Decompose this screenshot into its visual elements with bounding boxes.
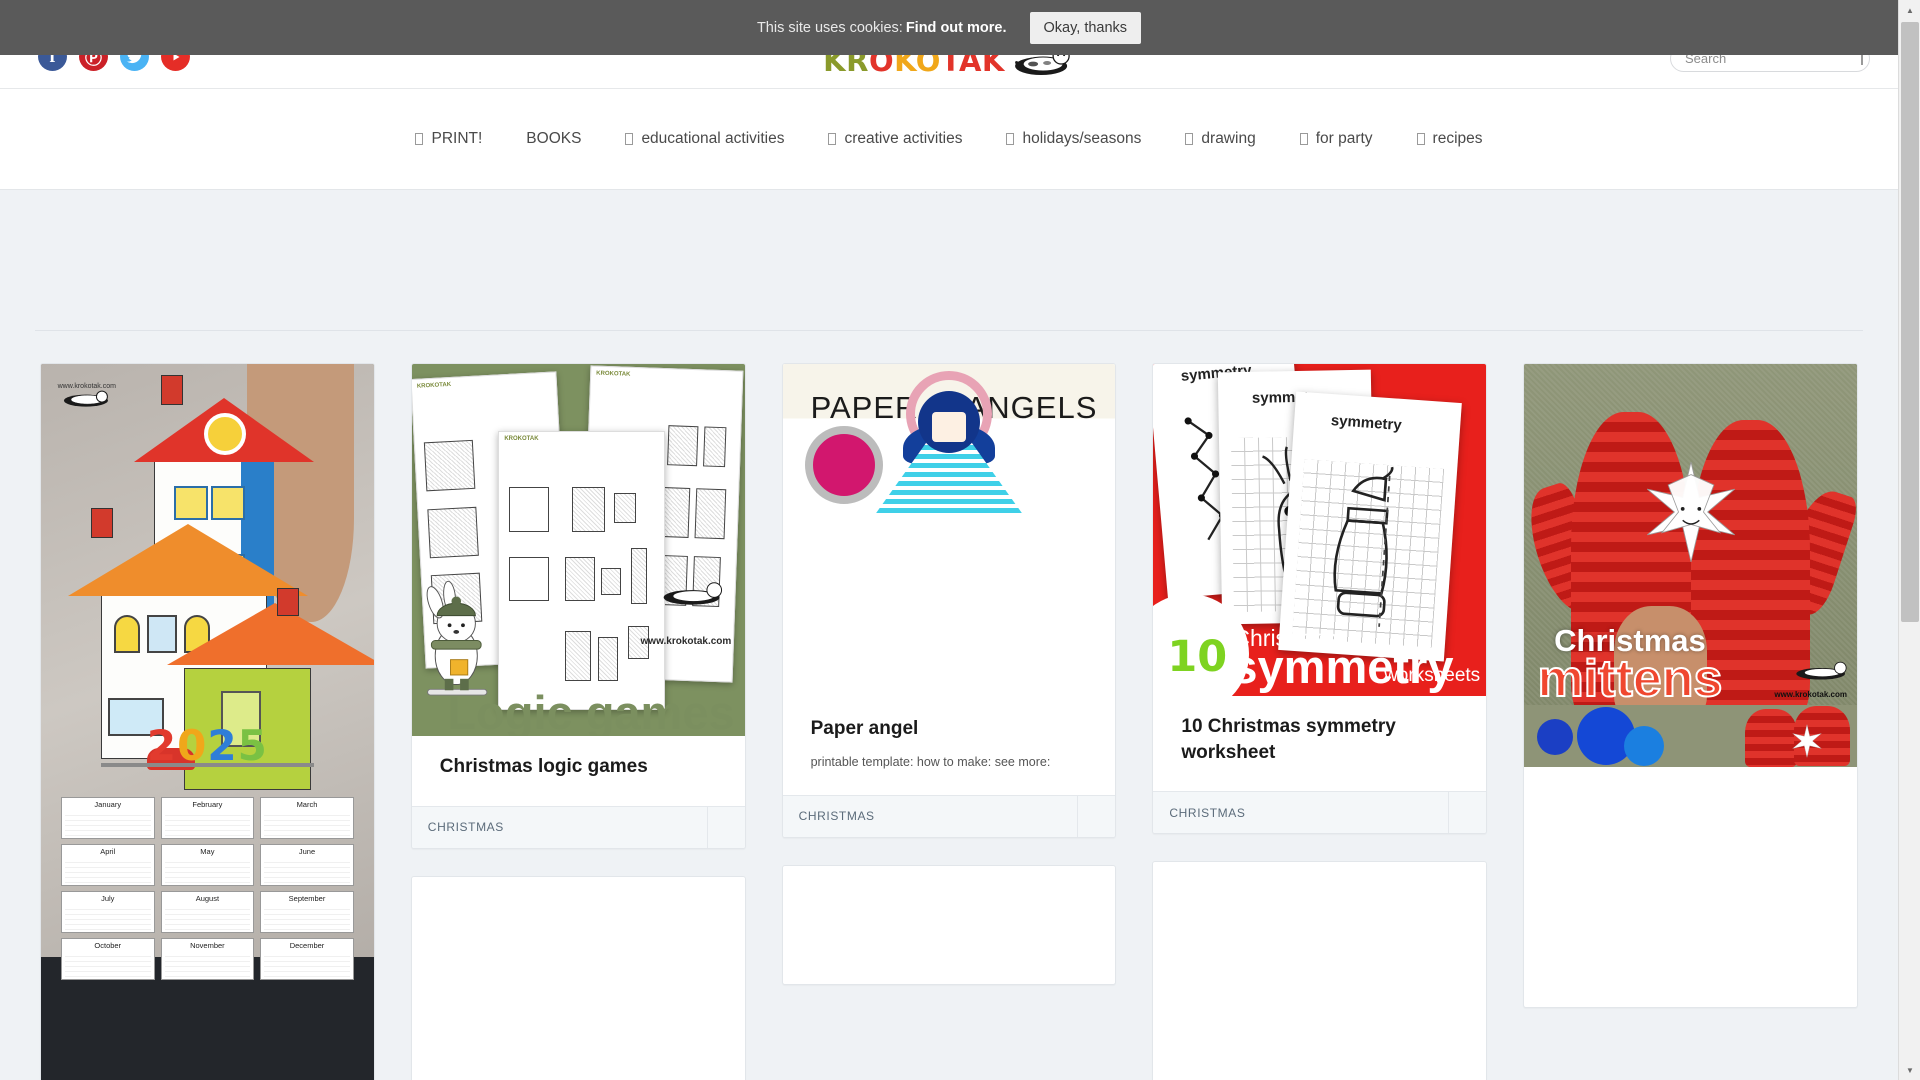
page-root: f Ⓟ KROKOTAK Search This site uses cooki… bbox=[0, 0, 1920, 1080]
mittens-bottom-strip bbox=[1524, 705, 1857, 767]
vertical-scrollbar[interactable]: ▲ ▼ bbox=[1898, 0, 1920, 1080]
calendar-year: 2025 bbox=[146, 721, 268, 771]
scroll-down-arrow[interactable]: ▼ bbox=[1899, 1060, 1920, 1080]
cookie-consent-bar: This site uses cookies: Find out more. O… bbox=[0, 0, 1898, 55]
print-icon bbox=[415, 133, 424, 145]
nav-item-holidays-seasons[interactable]: holidays/seasons bbox=[984, 130, 1163, 148]
house-calendar-artwork: www.krokotak.com 2025 January February M… bbox=[41, 364, 374, 1080]
card-body: 10 Christmas symmetry worksheet bbox=[1153, 696, 1486, 791]
card-body bbox=[1524, 767, 1857, 1007]
logic-games-artwork: KROKOTAK KROKOTAK KROKOTAK www.krokotak.… bbox=[411, 364, 745, 736]
artwork-heading: Logic games bbox=[447, 686, 735, 736]
nav-list: PRINT! BOOKS educational activities crea… bbox=[393, 130, 1504, 148]
card-category[interactable]: CHRISTMAS bbox=[783, 796, 1078, 837]
artwork-line2: mittens bbox=[1536, 649, 1723, 709]
nav-label: creative activities bbox=[844, 130, 963, 147]
card-image: www.krokotak.com 2025 January February M… bbox=[41, 364, 374, 1080]
angel-face bbox=[931, 412, 966, 442]
grid-column-5: Christmas mittens www.krokotak.com bbox=[1523, 363, 1858, 1080]
card-placeholder-col3[interactable] bbox=[781, 864, 1117, 985]
creative-icon bbox=[828, 133, 837, 145]
nav-label: educational activities bbox=[641, 130, 785, 147]
card-footer-side[interactable] bbox=[706, 806, 745, 848]
nav-label: drawing bbox=[1201, 130, 1256, 147]
content-area: www.krokotak.com 2025 January February M… bbox=[0, 190, 1898, 1080]
paper-angel-artwork: PAPER ANGELS bbox=[782, 364, 1116, 516]
cookie-accept-button[interactable]: Okay, thanks bbox=[1029, 11, 1142, 44]
nav-item-creative-activities[interactable]: creative activities bbox=[806, 130, 984, 148]
artwork-watermark: www.krokotak.com bbox=[1774, 690, 1847, 699]
artwork-text-left: PAPER bbox=[810, 390, 919, 425]
mittens-artwork: Christmas mittens www.krokotak.com bbox=[1524, 364, 1857, 767]
educational-icon bbox=[625, 133, 634, 145]
drawing-icon bbox=[1185, 133, 1194, 145]
card-image: KROKOTAK KROKOTAK KROKOTAK www.krokotak.… bbox=[411, 364, 745, 736]
card-footer: CHRISTMAS bbox=[782, 794, 1116, 837]
sheet-label: symmetry bbox=[1329, 412, 1402, 435]
card-image: Christmas mittens www.krokotak.com bbox=[1524, 364, 1857, 767]
nav-label: holidays/seasons bbox=[1022, 130, 1142, 147]
cookie-message: This site uses cookies: bbox=[756, 19, 903, 36]
scroll-up-arrow[interactable]: ▲ bbox=[1899, 0, 1920, 20]
card-grid: www.krokotak.com 2025 January February M… bbox=[0, 331, 1898, 1080]
card-christmas-mittens[interactable]: Christmas mittens www.krokotak.com bbox=[1523, 363, 1858, 1008]
snowflake-decoration bbox=[1646, 461, 1735, 563]
nav-item-drawing[interactable]: drawing bbox=[1163, 130, 1277, 148]
grid-column-3: PAPER ANGELS Paper angel printable templ… bbox=[781, 363, 1117, 1080]
scrollbar-thumb[interactable] bbox=[1901, 22, 1919, 622]
grid-column-2: KROKOTAK KROKOTAK KROKOTAK www.krokotak.… bbox=[410, 363, 746, 1080]
holidays-icon bbox=[1006, 133, 1015, 145]
card-title: 10 Christmas symmetry worksheet bbox=[1181, 716, 1396, 763]
ad-placeholder bbox=[0, 190, 1898, 330]
card-logic-games[interactable]: KROKOTAK KROKOTAK KROKOTAK www.krokotak.… bbox=[410, 363, 746, 849]
card-category[interactable]: CHRISTMAS bbox=[1153, 792, 1448, 833]
calendar-months: January February March April May June Ju… bbox=[60, 797, 354, 981]
nav-label: for party bbox=[1315, 130, 1373, 147]
grid-column-4: symmetry symmetry symmetry 10 Christmas … bbox=[1152, 363, 1488, 1080]
card-footer: CHRISTMAS bbox=[1153, 791, 1487, 834]
cookie-find-out-more-link[interactable]: Find out more. bbox=[906, 20, 1007, 36]
krokotak-cat-watermark bbox=[664, 582, 723, 605]
card-image: PAPER ANGELS bbox=[782, 364, 1116, 516]
card-footer-side[interactable] bbox=[1077, 795, 1115, 837]
nav-item-print[interactable]: PRINT! bbox=[393, 130, 504, 148]
card-subtitle: printable template: how to make: see mor… bbox=[810, 754, 1051, 769]
symmetry-artwork: symmetry symmetry symmetry 10 Christmas … bbox=[1153, 364, 1487, 696]
krokotak-cat-watermark bbox=[1796, 661, 1847, 680]
grid-column-1: www.krokotak.com 2025 January February M… bbox=[40, 363, 375, 1080]
card-footer-side[interactable] bbox=[1448, 792, 1486, 834]
card-placeholder-col4[interactable] bbox=[1152, 861, 1488, 1080]
artwork-line3: worksheets bbox=[1384, 665, 1481, 686]
nav-label: BOOKS bbox=[526, 130, 582, 147]
artwork-number: 10 bbox=[1167, 632, 1228, 682]
card-symmetry-worksheets[interactable]: symmetry symmetry symmetry 10 Christmas … bbox=[1152, 363, 1488, 835]
artwork-watermark: www.krokotak.com bbox=[640, 635, 732, 647]
card-paper-angel[interactable]: PAPER ANGELS Paper angel printable templ… bbox=[781, 363, 1117, 838]
card-body: Christmas logic games bbox=[412, 736, 745, 806]
nav-label: PRINT! bbox=[431, 130, 483, 147]
main-navigation: PRINT! BOOKS educational activities crea… bbox=[0, 89, 1898, 190]
card-title: Paper angel bbox=[810, 718, 919, 739]
card-house-calendar[interactable]: www.krokotak.com 2025 January February M… bbox=[40, 363, 375, 1080]
ornament-decoration bbox=[804, 426, 883, 504]
card-title: Christmas logic games bbox=[439, 756, 648, 777]
card-placeholder-col2[interactable] bbox=[410, 875, 746, 1080]
nav-item-recipes[interactable]: recipes bbox=[1395, 130, 1505, 148]
recipes-icon bbox=[1416, 133, 1425, 145]
nav-item-educational-activities[interactable]: educational activities bbox=[603, 130, 806, 148]
card-body: Paper angel printable template: how to m… bbox=[783, 516, 1116, 795]
nav-label: recipes bbox=[1432, 130, 1483, 147]
card-category[interactable]: CHRISTMAS bbox=[412, 807, 707, 848]
nav-item-books[interactable]: BOOKS bbox=[504, 130, 603, 148]
card-image: symmetry symmetry symmetry 10 Christmas … bbox=[1153, 364, 1487, 696]
card-footer: CHRISTMAS bbox=[411, 805, 745, 848]
nav-item-for-party[interactable]: for party bbox=[1278, 130, 1395, 148]
party-icon bbox=[1299, 133, 1308, 145]
